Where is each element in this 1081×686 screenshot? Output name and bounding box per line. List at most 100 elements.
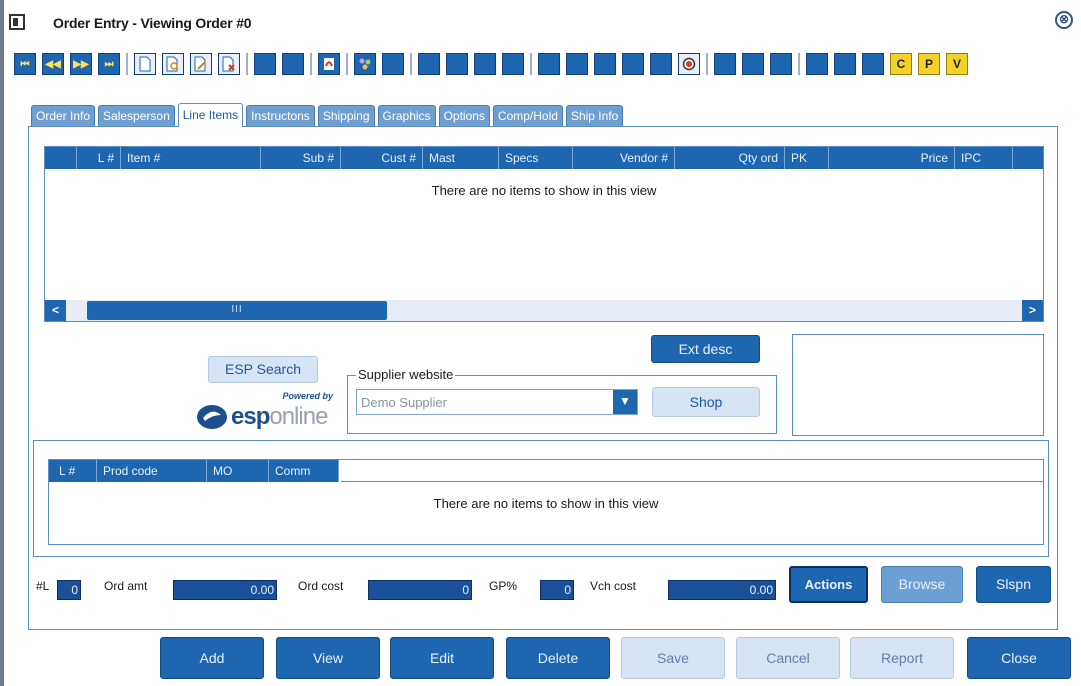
tool-button-icon[interactable] <box>742 53 764 75</box>
tab-ship-info[interactable]: Ship Info <box>565 105 624 127</box>
supplier-select-value: Demo Supplier <box>361 395 447 410</box>
tool-button-icon[interactable] <box>382 53 404 75</box>
gp-percent-field: 0 <box>540 580 574 600</box>
scroll-track[interactable]: III <box>66 300 1022 321</box>
new-document-icon[interactable] <box>134 53 156 75</box>
comments-empty-message: There are no items to show in this view <box>433 496 659 511</box>
line-items-empty-message: There are no items to show in this view <box>431 183 657 198</box>
supplier-select[interactable]: Demo Supplier ▼ <box>356 389 638 415</box>
column-header-mast[interactable]: Mast <box>423 147 499 169</box>
tab-order-info[interactable]: Order Info <box>31 105 96 127</box>
edit-button[interactable]: Edit <box>390 637 494 679</box>
column-header-sub-number[interactable]: Sub # <box>261 147 341 169</box>
column-header-line-number[interactable]: L # <box>49 460 97 482</box>
report-button[interactable]: Report <box>850 637 954 679</box>
p-letter-icon[interactable]: P <box>918 53 940 75</box>
comments-grid-header: L # Prod code MO Comm <box>49 460 339 482</box>
column-header-pk[interactable]: PK <box>785 147 829 169</box>
pdf-icon[interactable] <box>318 53 340 75</box>
esp-search-button[interactable]: ESP Search <box>208 356 318 383</box>
vch-cost-label: Vch cost <box>590 579 637 593</box>
toolbar-separator <box>706 53 708 75</box>
column-header-select[interactable] <box>45 147 77 169</box>
shop-button[interactable]: Shop <box>652 387 760 417</box>
find-document-icon[interactable] <box>162 53 184 75</box>
record-icon[interactable] <box>678 53 700 75</box>
view-button[interactable]: View <box>276 637 380 679</box>
tool-button-icon[interactable] <box>446 53 468 75</box>
add-button[interactable]: Add <box>160 637 264 679</box>
tool-button-icon[interactable] <box>622 53 644 75</box>
cancel-button[interactable]: Cancel <box>736 637 840 679</box>
line-items-horizontal-scrollbar[interactable]: < III > <box>45 300 1043 321</box>
tool-button-icon[interactable] <box>770 53 792 75</box>
previous-record-icon[interactable]: ◀◀ <box>42 53 64 75</box>
tab-shipping[interactable]: Shipping <box>317 105 375 127</box>
tool-button-icon[interactable] <box>418 53 440 75</box>
tab-salesperson[interactable]: Salesperson <box>98 105 175 127</box>
close-button[interactable]: Close <box>967 637 1071 679</box>
comments-grid-header-filler <box>341 460 1043 482</box>
next-record-icon[interactable]: ▶▶ <box>70 53 92 75</box>
column-header-mo[interactable]: MO <box>207 460 269 482</box>
toolbar-separator <box>410 53 412 75</box>
column-header-comm[interactable]: Comm <box>269 460 339 482</box>
chevron-down-icon[interactable]: ▼ <box>613 390 637 414</box>
tool-button-icon[interactable] <box>282 53 304 75</box>
salesperson-button[interactable]: Slspn <box>976 566 1051 603</box>
save-button[interactable]: Save <box>621 637 725 679</box>
app-window-icon <box>9 14 25 30</box>
powered-by-label: Powered by <box>282 391 333 401</box>
c-letter-icon[interactable]: C <box>890 53 912 75</box>
column-header-specs[interactable]: Specs <box>499 147 573 169</box>
tool-button-icon[interactable] <box>806 53 828 75</box>
column-header-price[interactable]: Price <box>829 147 955 169</box>
scroll-thumb[interactable]: III <box>87 301 387 320</box>
comments-grid: L # Prod code MO Comm There are no items… <box>48 459 1044 545</box>
tab-comp-hold[interactable]: Comp/Hold <box>492 105 563 127</box>
tab-options[interactable]: Options <box>438 105 490 127</box>
first-record-icon[interactable]: ⏮ <box>14 53 36 75</box>
column-header-ipc[interactable]: IPC <box>955 147 1013 169</box>
tool-button-icon[interactable] <box>502 53 524 75</box>
column-header-vendor-number[interactable]: Vendor # <box>573 147 675 169</box>
column-header-cust-number[interactable]: Cust # <box>341 147 423 169</box>
tool-button-icon[interactable] <box>594 53 616 75</box>
column-header-qty-ord[interactable]: Qty ord <box>675 147 785 169</box>
esp-swoosh-icon <box>197 405 227 429</box>
edit-document-icon[interactable] <box>190 53 212 75</box>
toolbar-separator <box>310 53 312 75</box>
tool-button-icon[interactable] <box>714 53 736 75</box>
line-items-grid: L # Item # Sub # Cust # Mast Specs Vendo… <box>44 146 1044 322</box>
network-icon[interactable] <box>354 53 376 75</box>
actions-button[interactable]: Actions <box>789 566 868 603</box>
line-count-field: 0 <box>57 580 81 600</box>
scroll-left-icon[interactable]: < <box>45 300 66 321</box>
tab-graphics[interactable]: Graphics <box>377 105 436 127</box>
close-window-icon[interactable]: ⊗ <box>1055 11 1073 29</box>
delete-document-icon[interactable] <box>218 53 240 75</box>
v-letter-icon[interactable]: V <box>946 53 968 75</box>
ord-amt-field: 0.00 <box>173 580 277 600</box>
tab-strip: Order Info Salesperson Line Items Instru… <box>31 103 624 127</box>
tool-button-icon[interactable] <box>834 53 856 75</box>
browse-button[interactable]: Browse <box>881 566 963 603</box>
column-header-item-number[interactable]: Item # <box>121 147 261 169</box>
tool-button-icon[interactable] <box>474 53 496 75</box>
delete-button[interactable]: Delete <box>506 637 610 679</box>
tab-line-items[interactable]: Line Items <box>177 103 244 127</box>
scroll-right-icon[interactable]: > <box>1022 300 1043 321</box>
toolbar-separator <box>246 53 248 75</box>
tool-button-icon[interactable] <box>862 53 884 75</box>
tab-instructions[interactable]: Instructons <box>246 105 315 127</box>
last-record-icon[interactable]: ⏭ <box>98 53 120 75</box>
column-header-line-number[interactable]: L # <box>77 147 121 169</box>
tool-button-icon[interactable] <box>650 53 672 75</box>
tool-button-icon[interactable] <box>538 53 560 75</box>
tool-button-icon[interactable] <box>254 53 276 75</box>
ord-cost-label: Ord cost <box>298 579 344 593</box>
column-header-prod-code[interactable]: Prod code <box>97 460 207 482</box>
toolbar-separator <box>530 53 532 75</box>
tool-button-icon[interactable] <box>566 53 588 75</box>
ext-desc-button[interactable]: Ext desc <box>651 335 760 363</box>
